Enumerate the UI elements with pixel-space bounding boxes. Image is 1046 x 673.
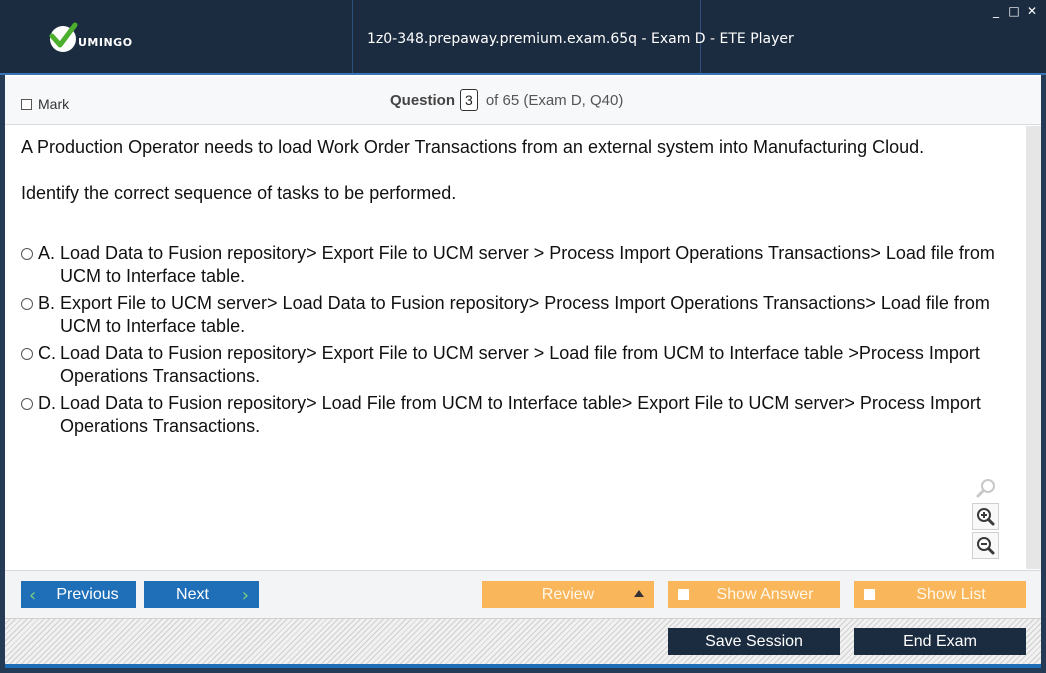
- title-bar: UMINGO 1z0-348.prepaway.premium.exam.65q…: [0, 0, 1046, 75]
- question-number-input[interactable]: 3: [460, 89, 478, 111]
- answer-option-d[interactable]: D. Load Data to Fusion repository> Load …: [21, 392, 1011, 438]
- answer-text: Export File to UCM server> Load Data to …: [60, 293, 990, 336]
- save-session-label: Save Session: [705, 632, 803, 650]
- mark-label: Mark: [38, 96, 70, 112]
- checkbox-icon[interactable]: [678, 589, 689, 600]
- question-total: of 65 (Exam D, Q40): [485, 91, 624, 109]
- answer-list: A. Load Data to Fusion repository> Expor…: [21, 242, 1011, 442]
- window-controls: _ □ ✕: [990, 4, 1038, 18]
- question-header: Mark Question 3 of 65 (Exam D, Q40): [5, 77, 1041, 125]
- maximize-icon[interactable]: □: [1008, 4, 1020, 18]
- answer-option-c[interactable]: C. Load Data to Fusion repository> Expor…: [21, 342, 1011, 388]
- answer-option-a[interactable]: A. Load Data to Fusion repository> Expor…: [21, 242, 1011, 288]
- radio-button[interactable]: [21, 398, 33, 410]
- radio-button[interactable]: [21, 348, 33, 360]
- mark-checkbox[interactable]: Mark: [21, 96, 69, 112]
- question-text: A Production Operator needs to load Work…: [21, 136, 1011, 228]
- checkmark-logo-icon: [49, 22, 78, 52]
- show-list-button[interactable]: Show List: [854, 581, 1026, 608]
- previous-label: Previous: [56, 585, 119, 603]
- answer-text: Load Data to Fusion repository> Export F…: [60, 243, 995, 286]
- show-answer-button[interactable]: Show Answer: [668, 581, 840, 608]
- end-exam-button[interactable]: End Exam: [854, 628, 1026, 655]
- show-list-label: Show List: [916, 585, 986, 603]
- answer-option-b[interactable]: B. Export File to UCM server> Load Data …: [21, 292, 1011, 338]
- answer-letter: C.: [38, 343, 56, 363]
- answer-letter: D.: [38, 393, 56, 413]
- vertical-scrollbar[interactable]: [1026, 126, 1041, 569]
- chevron-right-icon: ›: [241, 585, 249, 606]
- zoom-out-icon[interactable]: [972, 532, 999, 559]
- checkbox-icon[interactable]: [864, 589, 875, 600]
- question-content: A Production Operator needs to load Work…: [5, 126, 1026, 569]
- question-counter: Question 3 of 65 (Exam D, Q40): [390, 89, 623, 111]
- logo-text: UMINGO: [78, 35, 133, 49]
- bottom-border: [5, 664, 1041, 668]
- answer-letter: A.: [38, 243, 56, 263]
- zoom-controls: [972, 474, 1002, 561]
- window-title: 1z0-348.prepaway.premium.exam.65q - Exam…: [367, 31, 794, 47]
- next-button[interactable]: Next ›: [144, 581, 259, 608]
- minimize-icon[interactable]: _: [990, 4, 1002, 18]
- end-exam-label: End Exam: [903, 632, 977, 650]
- review-label: Review: [541, 585, 595, 603]
- zoom-in-icon[interactable]: [972, 503, 999, 530]
- question-paragraph: A Production Operator needs to load Work…: [21, 137, 925, 157]
- magnifier-icon[interactable]: [972, 474, 999, 501]
- close-icon[interactable]: ✕: [1026, 4, 1038, 18]
- next-label: Next: [176, 585, 209, 603]
- question-paragraph: Identify the correct sequence of tasks t…: [21, 183, 457, 203]
- checkbox-icon[interactable]: [21, 98, 32, 110]
- caret-up-icon: [634, 590, 644, 597]
- radio-button[interactable]: [21, 298, 33, 310]
- navigation-bar: ‹ Previous Next › Review Show Answer Sho…: [5, 570, 1041, 618]
- answer-text: Load Data to Fusion repository> Load Fil…: [60, 393, 981, 436]
- vumingo-logo: UMINGO: [49, 22, 160, 54]
- review-button[interactable]: Review: [482, 581, 654, 608]
- previous-button[interactable]: ‹ Previous: [21, 581, 136, 608]
- save-session-button[interactable]: Save Session: [668, 628, 840, 655]
- title-divider: [352, 0, 353, 73]
- radio-button[interactable]: [21, 248, 33, 260]
- action-bar: Save Session End Exam: [5, 618, 1041, 664]
- question-label: Question: [390, 91, 456, 109]
- answer-letter: B.: [38, 293, 56, 313]
- chevron-left-icon: ‹: [29, 585, 37, 606]
- show-answer-label: Show Answer: [716, 585, 814, 603]
- answer-text: Load Data to Fusion repository> Export F…: [60, 343, 980, 386]
